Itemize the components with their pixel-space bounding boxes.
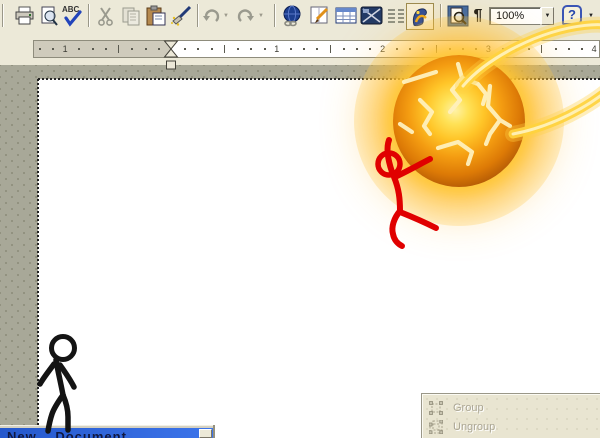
page-preview-button[interactable] bbox=[37, 4, 61, 28]
ruler-tick bbox=[210, 48, 213, 50]
paste-button[interactable] bbox=[144, 4, 168, 28]
toolbar-separator bbox=[197, 4, 199, 27]
toolbar-separator bbox=[274, 4, 276, 27]
chevron-down-icon: ▼ bbox=[544, 13, 551, 19]
ruler-tick bbox=[329, 45, 331, 53]
redo-dropdown-arrow[interactable]: ▼ bbox=[258, 13, 264, 19]
ruler-tick bbox=[157, 48, 160, 50]
printer-icon bbox=[15, 6, 33, 25]
undo-dropdown-arrow[interactable]: ▼ bbox=[223, 13, 229, 19]
clipboard-icon bbox=[146, 5, 166, 26]
ruler-tick bbox=[223, 45, 225, 53]
menu-item-group[interactable]: Group bbox=[424, 398, 599, 417]
insert-table-button[interactable] bbox=[334, 4, 358, 28]
window-titlebar-button[interactable] bbox=[199, 429, 212, 438]
window-title: New Document bbox=[7, 429, 127, 438]
cut-button[interactable] bbox=[94, 4, 118, 28]
ruler-tick bbox=[38, 48, 41, 50]
ruler-tick bbox=[342, 48, 345, 50]
window-titlebar[interactable]: New Document bbox=[0, 428, 213, 438]
ungroup-icon bbox=[429, 419, 443, 434]
ruler-number: 4 bbox=[591, 43, 597, 54]
print-button[interactable] bbox=[12, 4, 36, 28]
spellcheck-button[interactable]: ABC bbox=[60, 4, 84, 28]
page-border-left bbox=[37, 79, 39, 438]
menu-item-ungroup[interactable]: Ungroup bbox=[424, 417, 599, 436]
ruler-tick bbox=[144, 48, 147, 50]
popup-window-fragment: New Document bbox=[0, 425, 215, 438]
ruler-tick bbox=[541, 45, 543, 53]
scissors-icon bbox=[98, 6, 113, 26]
ruler-tick bbox=[237, 48, 240, 50]
insert-frame-button[interactable] bbox=[308, 4, 332, 28]
ruler-tick bbox=[580, 48, 583, 50]
redo-arrow-icon bbox=[237, 9, 254, 22]
toolbar-handle bbox=[2, 4, 4, 27]
ruler-tick bbox=[131, 48, 134, 50]
table-icon bbox=[335, 7, 357, 24]
ruler-tick bbox=[118, 45, 120, 53]
undo-arrow-icon bbox=[203, 9, 220, 22]
hyperlink-button[interactable] bbox=[280, 4, 304, 28]
help-dropdown-arrow[interactable]: ▼ bbox=[588, 13, 594, 19]
ruler-tick bbox=[567, 48, 570, 50]
ruler-tick bbox=[263, 48, 266, 50]
paintbrush-icon bbox=[170, 5, 191, 26]
ruler-tick bbox=[554, 48, 557, 50]
insert-graphic-button[interactable] bbox=[359, 4, 383, 28]
ruler-tick bbox=[91, 48, 94, 50]
ruler-tick bbox=[250, 48, 253, 50]
columns-button[interactable] bbox=[386, 4, 406, 28]
main-toolbar: ABC ▼ ▼ ¶ 100% ▼ ? ▼ bbox=[0, 0, 600, 33]
ruler-tick bbox=[78, 48, 81, 50]
undo-button[interactable] bbox=[202, 4, 220, 28]
ruler-number: 1 bbox=[62, 43, 68, 54]
ruler-tick bbox=[290, 48, 293, 50]
menu-item-label: Group bbox=[453, 401, 484, 414]
zoom-value: 100% bbox=[496, 10, 525, 22]
window-right-edge bbox=[213, 425, 215, 438]
help-button[interactable]: ? bbox=[562, 5, 582, 25]
energy-ball bbox=[393, 55, 525, 187]
indent-marker[interactable] bbox=[163, 40, 179, 72]
group-icon bbox=[429, 400, 443, 415]
context-menu: Group Ungroup bbox=[421, 393, 600, 438]
globe-icon bbox=[283, 5, 300, 27]
graphic-icon bbox=[360, 6, 382, 25]
spellcheck-icon: ABC bbox=[60, 5, 84, 27]
copy-icon bbox=[122, 7, 139, 25]
zoom-combobox-dropdown[interactable]: ▼ bbox=[541, 7, 554, 25]
ruler-tick bbox=[316, 48, 319, 50]
help-question-icon: ? bbox=[568, 7, 576, 22]
ruler-tick bbox=[51, 48, 54, 50]
ruler-tick bbox=[303, 48, 306, 50]
ruler-tick bbox=[369, 48, 372, 50]
application-window: ABC ▼ ▼ ¶ 100% ▼ ? ▼ 1 1 4 Group Ungroup… bbox=[0, 0, 600, 438]
ruler-number: 1 bbox=[274, 43, 280, 54]
columns-icon bbox=[388, 9, 404, 23]
frame-pencil-icon bbox=[310, 6, 329, 24]
redo-button[interactable] bbox=[237, 4, 255, 28]
copy-button[interactable] bbox=[119, 4, 143, 28]
page-preview-icon bbox=[41, 6, 58, 26]
ruler-tick bbox=[197, 48, 200, 50]
ruler-tick bbox=[184, 48, 187, 50]
format-paintbrush-button[interactable] bbox=[169, 4, 193, 28]
menu-item-label: Ungroup bbox=[453, 420, 496, 433]
ruler-tick bbox=[104, 48, 107, 50]
toolbar-separator bbox=[88, 4, 90, 27]
ruler-tick bbox=[356, 48, 359, 50]
